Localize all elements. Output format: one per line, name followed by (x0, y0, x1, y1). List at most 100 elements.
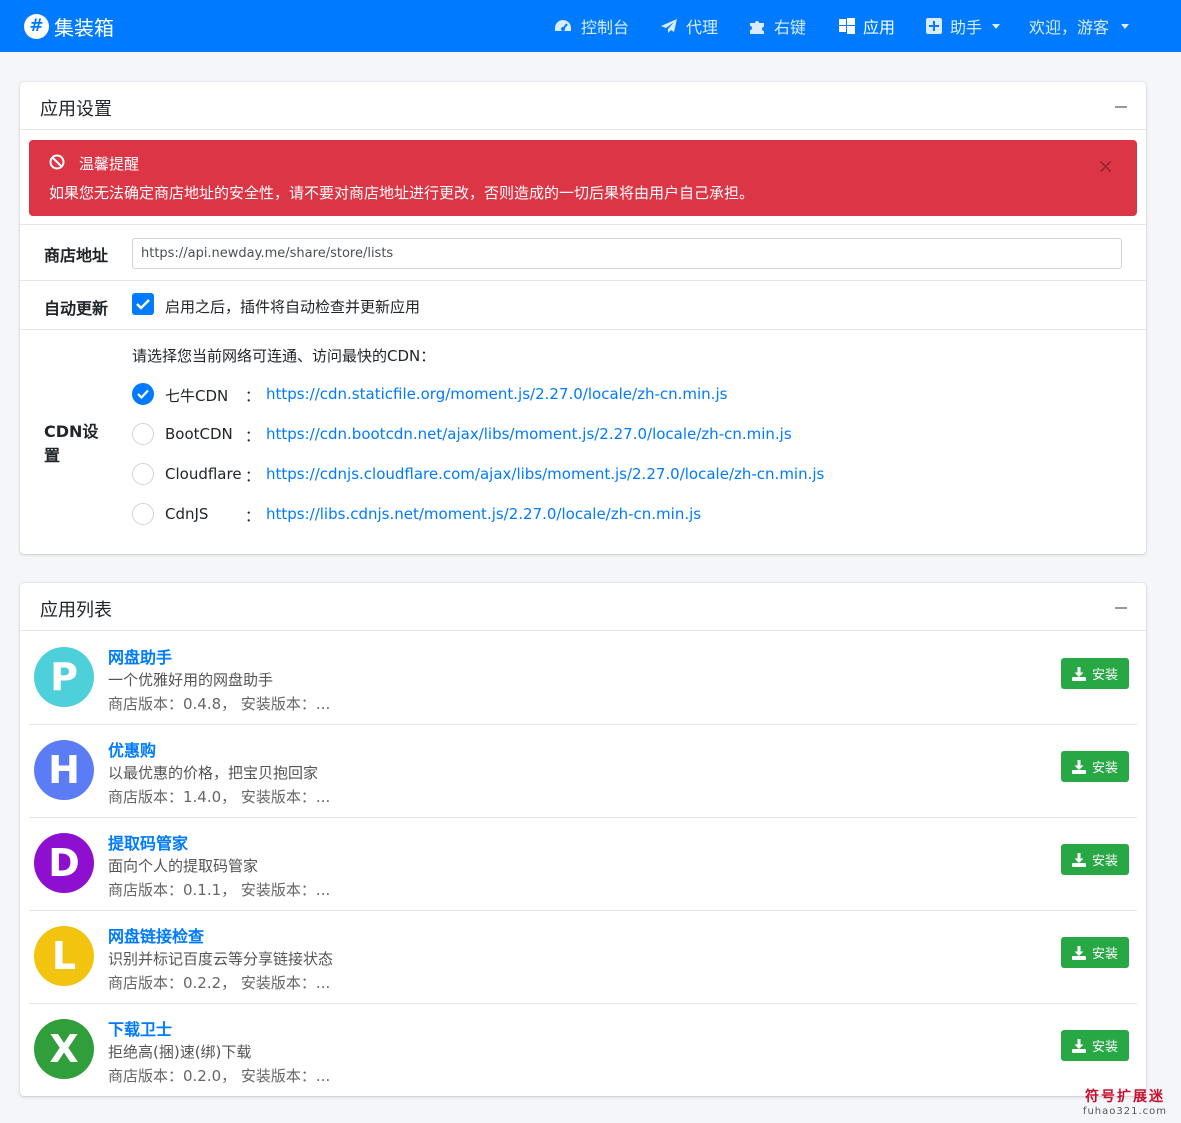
brand[interactable]: # 集装箱 (24, 0, 114, 52)
close-icon[interactable]: × (1097, 156, 1114, 176)
divider (20, 224, 1146, 225)
download-icon (1071, 759, 1086, 774)
install-button[interactable]: 安装 (1061, 937, 1129, 968)
download-icon (1071, 945, 1086, 960)
nav-label-dashboard: 控制台 (581, 18, 630, 37)
nav-label-context-menu: 右键 (774, 18, 807, 37)
install-label: 安装 (1091, 1040, 1118, 1055)
cdn-intro-text: 请选择您当前网络可连通、访问最快的CDN： (132, 347, 436, 365)
app-name-link[interactable]: 网盘链接检查 (108, 923, 204, 947)
dashboard-icon (555, 20, 571, 31)
app-list-card: 应用列表 P 网盘助手 一个优雅好用的网盘助手 商店版本：0.4.8， 安装版本：..… (20, 583, 1146, 1096)
nav-item-user-menu[interactable]: 欢迎，游客 (1029, 0, 1130, 52)
top-navbar: # 集装箱 控制台 代理 右键 应用 助手 欢迎，游客 (0, 0, 1181, 52)
app-description: 拒绝高(捆)速(绑)下载 (108, 1043, 252, 1061)
app-version: 商店版本：0.2.2， 安装版本：... (108, 974, 331, 992)
divider (20, 329, 1146, 330)
download-icon (1071, 852, 1086, 867)
nav-label-welcome: 欢迎，游客 (1029, 18, 1110, 37)
cdn-url-link[interactable]: https://cdn.staticfile.org/moment.js/2.2… (266, 385, 727, 403)
app-description: 识别并标记百度云等分享链接状态 (108, 950, 334, 968)
app-settings-card: 应用设置 温馨提醒 如果您无法确定商店地址的安全性，请不要对商店地址进行更改，否… (20, 82, 1146, 554)
install-button[interactable]: 安装 (1061, 658, 1129, 689)
install-label: 安装 (1091, 947, 1118, 962)
app-avatar: H (34, 740, 94, 800)
cdn-radio-qiniu[interactable] (132, 383, 154, 405)
check-icon (137, 389, 149, 399)
app-version: 商店版本：0.4.8， 安装版本：... (108, 695, 331, 713)
app-list-item: H 优惠购 以最优惠的价格，把宝贝抱回家 商店版本：1.4.0， 安装版本：... 安装 (29, 725, 1137, 818)
warning-alert: 温馨提醒 如果您无法确定商店地址的安全性，请不要对商店地址进行更改，否则造成的一… (29, 140, 1137, 216)
cdn-radio-bootcdn[interactable] (132, 423, 154, 445)
card-header: 应用列表 (20, 583, 1146, 631)
app-list-item: L 网盘链接检查识别并标记百度云等分享链接状态 商店版本：0.2.2， 安装版本：.… (29, 911, 1137, 1004)
card-title: 应用设置 (40, 99, 112, 120)
cdn-url-link[interactable]: https://libs.cdnjs.net/moment.js/2.27.0/… (266, 505, 701, 523)
nav-item-dashboard[interactable]: 控制台 (553, 0, 629, 52)
auto-update-text: 启用之后，插件将自动检查并更新应用 (165, 298, 421, 316)
cdn-name: 七牛CDN (165, 387, 229, 405)
app-name-link[interactable]: 优惠购 (108, 737, 156, 761)
collapse-icon[interactable] (1115, 106, 1127, 108)
cdn-colon: ： (245, 387, 261, 405)
divider (20, 280, 1146, 281)
cdn-settings-label: CDN设置 (44, 422, 99, 465)
cdn-url-link[interactable]: https://cdn.bootcdn.net/ajax/libs/moment… (266, 425, 792, 443)
install-button[interactable]: 安装 (1061, 844, 1129, 875)
app-avatar: L (34, 926, 94, 986)
install-button[interactable]: 安装 (1061, 1030, 1129, 1061)
cdn-colon: ： (245, 507, 261, 525)
nav-label-proxy: 代理 (686, 18, 719, 37)
app-name-link[interactable]: 下载卫士 (108, 1016, 172, 1040)
nav-item-apps[interactable]: 应用 (839, 0, 895, 52)
app-avatar: X (34, 1019, 94, 1079)
app-avatar: P (34, 647, 94, 707)
auto-update-checkbox[interactable] (132, 293, 154, 315)
app-description: 面向个人的提取码管家 (108, 857, 259, 875)
alert-title: 温馨提醒 (79, 155, 140, 173)
cdn-name: BootCDN (165, 425, 233, 443)
watermark-logo: 符号扩展迷 fuhao321.com (1083, 1086, 1167, 1117)
app-name-link[interactable]: 提取码管家 (108, 830, 188, 854)
install-label: 安装 (1091, 761, 1118, 776)
install-button[interactable]: 安装 (1061, 751, 1129, 782)
nav-label-helper: 助手 (950, 18, 983, 37)
ban-icon (49, 154, 65, 170)
store-address-input[interactable] (132, 238, 1122, 269)
alert-text: 如果您无法确定商店地址的安全性，请不要对商店地址进行更改，否则造成的一切后果将由… (49, 184, 755, 202)
app-list-item: P 网盘助手 一个优雅好用的网盘助手 商店版本：0.4.8， 安装版本：... 安装 (29, 632, 1137, 725)
card-header: 应用设置 (20, 82, 1146, 130)
app-version: 商店版本：0.2.0， 安装版本：... (108, 1067, 331, 1085)
app-list-item: X 下载卫士拒绝高(捆)速(绑)下载商店版本：0.2.0， 安装版本：... 安装 (29, 1004, 1137, 1097)
cdn-url-link[interactable]: https://cdnjs.cloudflare.com/ajax/libs/m… (266, 465, 824, 483)
app-list-item: D 提取码管家面向个人的提取码管家商店版本：0.1.1， 安装版本：... 安装 (29, 818, 1137, 911)
nav-item-context-menu[interactable]: 右键 (748, 0, 806, 52)
cdn-radio-cloudflare[interactable] (132, 463, 154, 485)
windows-icon (839, 18, 855, 34)
app-version: 商店版本：0.1.1， 安装版本：... (108, 881, 331, 899)
cdn-name: CdnJS (165, 505, 209, 523)
cdn-colon: ： (245, 427, 261, 445)
app-name-link[interactable]: 网盘助手 (108, 644, 172, 668)
download-icon (1071, 1038, 1086, 1053)
cdn-radio-cdnjs[interactable] (132, 503, 154, 525)
card-title: 应用列表 (40, 600, 112, 621)
app-avatar: D (34, 833, 94, 893)
puzzle-icon (750, 21, 764, 34)
chevron-down-icon (992, 23, 1001, 29)
nav-item-proxy[interactable]: 代理 (660, 0, 718, 52)
install-label: 安装 (1091, 854, 1118, 869)
auto-update-label: 自动更新 (44, 299, 109, 318)
watermark-title: 符号扩展迷 (1084, 1089, 1165, 1105)
check-icon (136, 299, 150, 310)
cdn-colon: ： (245, 467, 261, 485)
plus-square-icon (926, 18, 942, 34)
cdn-name: Cloudflare (165, 465, 242, 483)
collapse-icon[interactable] (1115, 607, 1127, 609)
nav-label-apps: 应用 (863, 18, 896, 37)
brand-logo-icon: # (24, 13, 49, 39)
paper-plane-icon (661, 19, 677, 33)
app-version: 商店版本：1.4.0， 安装版本：... (108, 788, 331, 806)
nav-item-helper[interactable]: 助手 (926, 0, 1001, 52)
download-icon (1071, 666, 1086, 681)
